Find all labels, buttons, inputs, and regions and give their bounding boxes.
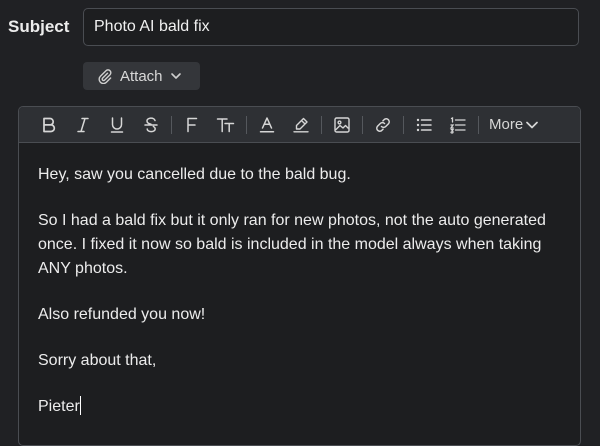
insert-link-button[interactable] [369,111,397,139]
attach-label: Attach [120,67,163,85]
link-icon [376,117,390,132]
toolbar-divider [362,115,363,134]
text-color-icon [259,116,275,133]
text-color-button[interactable] [253,111,281,139]
attach-button[interactable]: Attach [83,62,200,90]
font-family-button[interactable] [178,111,206,139]
italic-icon [77,117,89,132]
more-label: More [489,116,524,133]
underline-icon [110,116,124,133]
highlight-icon [293,117,309,132]
highlight-button[interactable] [287,111,315,139]
subject-label: Subject [8,17,70,36]
font-family-icon [187,117,198,132]
message-body[interactable]: Hey, saw you cancelled due to the bald b… [19,143,580,419]
more-button[interactable]: More [489,116,539,133]
font-size-icon [216,117,235,132]
numbered-list-button[interactable] [444,111,472,139]
underline-button[interactable] [103,111,131,139]
strikethrough-button[interactable] [137,111,165,139]
numbered-list-icon [449,116,466,134]
body-paragraph: Sorry about that, [38,352,157,369]
bold-icon [43,117,56,132]
image-icon [334,116,350,133]
chevron-down-icon [170,70,182,82]
bold-button[interactable] [35,111,63,139]
chevron-down-icon [526,121,539,128]
italic-button[interactable] [69,111,97,139]
insert-image-button[interactable] [328,111,356,139]
subject-input[interactable] [83,8,579,46]
toolbar-divider [321,115,322,134]
toolbar-divider [171,115,172,134]
body-paragraph: Hey, saw you cancelled due to the bald b… [38,166,351,183]
text-caret [79,396,81,415]
bulleted-list-button[interactable] [410,111,438,139]
signature-line: Pieter [38,395,561,419]
toolbar-divider [478,115,479,134]
signature-name: Pieter [38,398,80,415]
font-size-button[interactable] [212,111,240,139]
email-editor: More Hey, saw you cancelled due to the b… [18,106,581,446]
body-paragraph: Also refunded you now! [38,306,206,323]
bulleted-list-icon [416,118,432,131]
toolbar-divider [246,115,247,134]
strikethrough-icon [144,116,158,132]
formatting-toolbar: More [19,107,580,143]
toolbar-divider [403,115,404,134]
paperclip-icon [97,68,113,84]
body-paragraph: So I had a bald fix but it only ran for … [38,212,546,277]
